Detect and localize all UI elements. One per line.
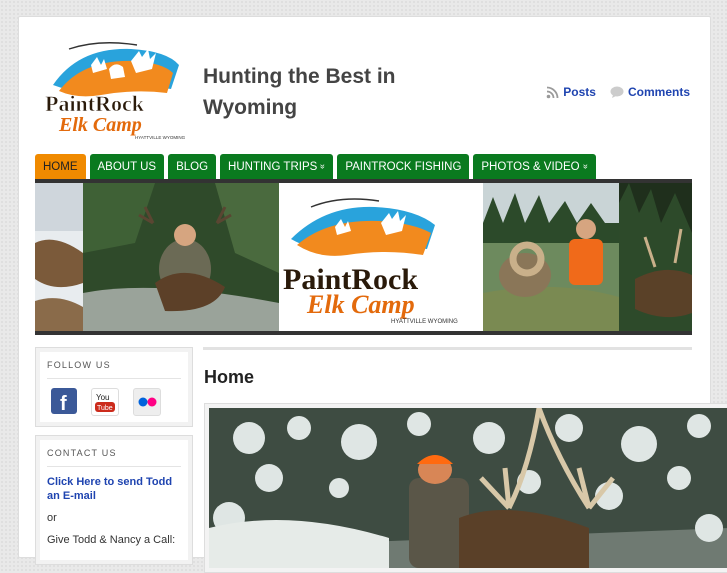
rss-icon <box>546 86 559 98</box>
comment-bubble-icon <box>610 86 624 98</box>
page-container: PaintRock Elk Camp HYATTVILLE WYOMING Hu… <box>18 16 727 573</box>
nav-item-blog[interactable]: BLOG <box>168 154 217 179</box>
youtube-icon[interactable]: You Tube <box>91 388 119 416</box>
contact-us-title: CONTACT US <box>47 448 181 467</box>
site-title[interactable]: Hunting the Best in Wyoming <box>203 61 433 123</box>
submenu-chevron-icon: » <box>318 163 329 170</box>
nav-item-home[interactable]: HOME <box>35 154 86 179</box>
banner-divider <box>35 331 692 335</box>
nav-label-about-us: ABOUT US <box>97 160 157 173</box>
banner-logo-line2: Elk Camp <box>306 290 415 319</box>
nav-item-photos-video[interactable]: PHOTOS & VIDEO » <box>473 154 596 179</box>
site-logo[interactable]: PaintRock Elk Camp HYATTVILLE WYOMING <box>39 39 191 141</box>
nav-label-hunting-trips: HUNTING TRIPS <box>228 160 318 173</box>
email-todd-link[interactable]: Click Here to send Todd an E-mail <box>47 475 181 503</box>
contact-or-text: or <box>47 512 57 524</box>
facebook-icon[interactable]: f <box>51 388 77 414</box>
follow-us-widget: FOLLOW US f You Tube <box>35 347 193 427</box>
nav-label-paintrock-fishing: PAINTROCK FISHING <box>345 160 462 173</box>
banner-logo-sub: HYATTVILLE WYOMING <box>391 319 458 325</box>
svg-text:You: You <box>96 393 110 402</box>
flickr-icon[interactable] <box>133 388 161 416</box>
svg-text:f: f <box>60 393 67 414</box>
nav-item-about-us[interactable]: ABOUT US <box>89 154 165 179</box>
nav-label-home: HOME <box>43 160 78 173</box>
comments-feed-link[interactable]: Comments <box>610 85 690 99</box>
nav-item-paintrock-fishing[interactable]: PAINTROCK FISHING <box>337 154 470 179</box>
header-banner-image: PaintRock Elk Camp HYATTVILLE WYOMING <box>35 183 692 331</box>
main-nav: HOME ABOUT US BLOG HUNTING TRIPS » PAINT… <box>35 154 692 180</box>
nav-label-blog: BLOG <box>176 160 209 173</box>
social-links: f You Tube <box>47 379 181 416</box>
logo-text-line1: PaintRock <box>45 91 145 116</box>
content-divider <box>203 347 692 350</box>
nav-label-photos-video: PHOTOS & VIDEO <box>481 160 580 173</box>
posts-label: Posts <box>563 85 596 99</box>
posts-feed-link[interactable]: Posts <box>546 85 596 99</box>
logo-subtext: HYATTVILLE WYOMING <box>135 135 186 140</box>
contact-us-widget: CONTACT US Click Here to send Todd an E-… <box>35 435 193 565</box>
nav-item-hunting-trips[interactable]: HUNTING TRIPS » <box>220 154 334 179</box>
page-title: Home <box>204 367 255 387</box>
submenu-chevron-icon: » <box>580 163 591 170</box>
feed-links: Posts Comments <box>546 85 690 99</box>
comments-label: Comments <box>627 85 690 99</box>
featured-hunt-photo <box>209 407 727 568</box>
logo-text-line2: Elk Camp <box>58 114 142 136</box>
featured-photo-frame <box>204 403 727 573</box>
svg-text:Tube: Tube <box>97 405 113 412</box>
follow-us-title: FOLLOW US <box>47 360 181 379</box>
